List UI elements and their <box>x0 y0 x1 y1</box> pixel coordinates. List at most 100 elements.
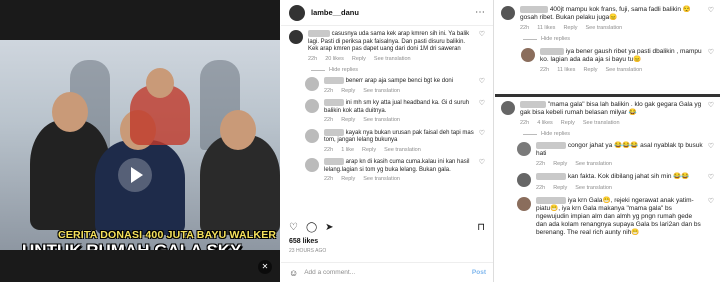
heart-icon[interactable]: ♡ <box>479 77 485 95</box>
reply-link[interactable]: Reply <box>553 184 567 192</box>
avatar[interactable] <box>289 4 305 21</box>
comment-time: 22h <box>324 176 334 183</box>
translate-link[interactable]: See translation <box>606 66 643 74</box>
bookmark-icon[interactable]: ⊓ <box>477 222 485 233</box>
comment-reply: kan fakta. Kok dibilang jahat sih min 😂😂… <box>495 173 720 191</box>
avatar[interactable] <box>517 173 531 188</box>
heart-icon[interactable]: ♡ <box>479 99 485 125</box>
reply-link[interactable]: Reply <box>352 56 366 64</box>
redacted-username <box>324 99 344 107</box>
hide-replies[interactable]: Hide replies <box>523 131 720 137</box>
comment-text: benerr arap aja sampe benci bgt ke doni <box>345 78 454 85</box>
comment-likes[interactable]: 20 likes <box>325 56 344 64</box>
comment-time: 22h <box>536 184 546 191</box>
redacted-username <box>540 48 564 56</box>
video-frame[interactable]: CERITA DONASI 400 JUTA BAYU WALKER UNTUK… <box>0 40 280 250</box>
heart-icon[interactable]: ♡ <box>708 6 714 32</box>
add-comment-bar: ☺ Add a comment... Post <box>281 262 493 282</box>
redacted-username <box>324 128 344 136</box>
redacted-username <box>536 173 566 181</box>
comment-icon[interactable]: ◯ <box>306 222 317 233</box>
translate-link[interactable]: See translation <box>575 160 612 168</box>
right-column: 400jt mampu kok frans, fuji, sama fadli … <box>495 0 720 282</box>
comment-reply: ini mh sm ky atta jual headband ka. Gi d… <box>281 99 493 125</box>
post-panel: lambe__danu ⋯ casusnya uda sama kek arap… <box>281 0 494 282</box>
heart-icon[interactable]: ♡ <box>479 158 485 184</box>
comment-text: arap kn di kasih cuma cuma.kalau ini kan… <box>324 159 470 173</box>
avatar[interactable] <box>305 158 319 173</box>
heart-icon[interactable]: ♡ <box>479 129 485 155</box>
avatar[interactable] <box>517 142 531 157</box>
heart-icon[interactable]: ♡ <box>708 48 714 74</box>
comment-reply: iya bener gaush ribet ya pasti dbalikin … <box>495 48 720 74</box>
reply-link[interactable]: Reply <box>341 88 355 96</box>
comment-reply: arap kn di kasih cuma cuma.kalau ini kan… <box>281 158 493 184</box>
hide-replies[interactable]: Hide replies <box>523 36 720 42</box>
emoji-icon[interactable]: ☺ <box>289 268 298 278</box>
avatar[interactable] <box>501 6 515 20</box>
reply-link[interactable]: Reply <box>362 147 376 155</box>
comment-text: iya bener gaush ribet ya pasti dbalikin … <box>540 48 702 64</box>
avatar[interactable] <box>305 128 319 143</box>
comment-text: kayak nya bukan urusan pak faisal deh ta… <box>324 129 474 144</box>
comment-text: kan fakta. Kok dibilang jahat sih min 😂😂 <box>567 173 690 181</box>
translate-link[interactable]: See translation <box>583 119 620 127</box>
comment-text: "mama gala" bisa lah balikin . klo gak g… <box>520 101 702 117</box>
heart-icon[interactable]: ♡ <box>479 30 485 63</box>
translate-link[interactable]: See translation <box>374 56 411 64</box>
comment: casusnya uda sama kek arap kmren sih ini… <box>281 30 493 63</box>
avatar[interactable] <box>289 30 303 44</box>
post-username[interactable]: lambe__danu <box>311 8 359 17</box>
reply-link[interactable]: Reply <box>583 66 597 74</box>
post-button[interactable]: Post <box>472 269 486 276</box>
translate-link[interactable]: See translation <box>363 88 400 96</box>
comment-time: 22h <box>536 161 546 168</box>
video-panel[interactable]: CERITA DONASI 400 JUTA BAYU WALKER UNTUK… <box>0 0 280 282</box>
person-right <box>200 135 280 235</box>
reply-link[interactable]: Reply <box>553 160 567 168</box>
translate-link[interactable]: See translation <box>363 176 400 184</box>
person-back-head <box>146 68 174 98</box>
comment-time: 22h <box>324 117 334 124</box>
like-icon[interactable]: ♡ <box>289 222 298 233</box>
comment-likes[interactable]: 11 likes <box>537 24 555 32</box>
comment-reply: congor jahat ya 😂😂😂 asal nyablak tp busu… <box>495 142 720 168</box>
heart-icon[interactable]: ♡ <box>708 142 714 168</box>
heart-icon[interactable]: ♡ <box>708 101 714 127</box>
comment-likes[interactable]: 11 likes <box>557 66 575 74</box>
hide-replies[interactable]: Hide replies <box>311 67 493 73</box>
comment-time: 22h <box>540 67 550 74</box>
redacted-username <box>520 6 548 13</box>
reply-link[interactable]: Reply <box>563 24 577 32</box>
comment-thread-bottom: "mama gala" bisa lah balikin . klo gak g… <box>495 97 720 282</box>
avatar[interactable] <box>305 77 319 92</box>
comment-time: 22h <box>520 25 530 32</box>
reply-link[interactable]: Reply <box>561 119 575 127</box>
mute-icon[interactable]: ✕ <box>258 260 272 274</box>
comment-likes[interactable]: 1 like <box>341 147 354 155</box>
share-icon[interactable]: ➤ <box>325 222 333 233</box>
reply-link[interactable]: Reply <box>341 117 355 125</box>
translate-link[interactable]: See translation <box>575 184 612 192</box>
reply-link[interactable]: Reply <box>341 176 355 184</box>
video-caption-line1: CERITA DONASI 400 JUTA BAYU WALKER <box>58 229 277 241</box>
redacted-username <box>520 101 546 108</box>
comment-time: 22h <box>324 146 334 153</box>
translate-link[interactable]: See translation <box>363 117 400 125</box>
post-likes[interactable]: 658 likes <box>289 238 318 245</box>
comment-time: 22h <box>308 55 318 62</box>
heart-icon[interactable]: ♡ <box>708 173 714 191</box>
comment-text: ini mh sm ky atta jual headband ka. Gi d… <box>324 100 470 114</box>
avatar[interactable] <box>501 101 515 115</box>
translate-link[interactable]: See translation <box>586 24 623 32</box>
translate-link[interactable]: See translation <box>384 147 421 155</box>
add-comment-input[interactable]: Add a comment... <box>304 269 355 276</box>
heart-icon[interactable]: ♡ <box>708 197 714 237</box>
avatar[interactable] <box>305 99 319 114</box>
avatar[interactable] <box>521 48 535 63</box>
more-options-icon[interactable]: ⋯ <box>475 7 485 18</box>
video-caption-line2: UNTUK RUMAH GALA SKY <box>22 241 241 250</box>
play-icon[interactable] <box>118 158 152 192</box>
avatar[interactable] <box>517 196 531 211</box>
comment-likes[interactable]: 4 likes <box>537 119 553 127</box>
